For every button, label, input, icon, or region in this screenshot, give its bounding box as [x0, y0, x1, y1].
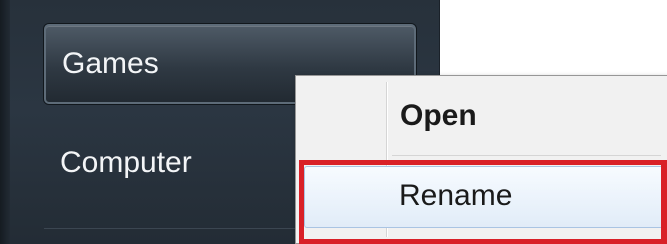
- context-menu: Open Rename: [295, 75, 667, 244]
- start-menu-item-label: Games: [62, 47, 159, 80]
- menu-divider: [392, 155, 661, 156]
- menu-item-label: Open: [400, 99, 477, 132]
- context-menu-item-open[interactable]: Open: [300, 88, 667, 144]
- context-menu-item-rename[interactable]: Rename: [304, 166, 667, 228]
- start-menu-item-label: Computer: [60, 146, 192, 179]
- menu-item-label: Rename: [399, 179, 513, 212]
